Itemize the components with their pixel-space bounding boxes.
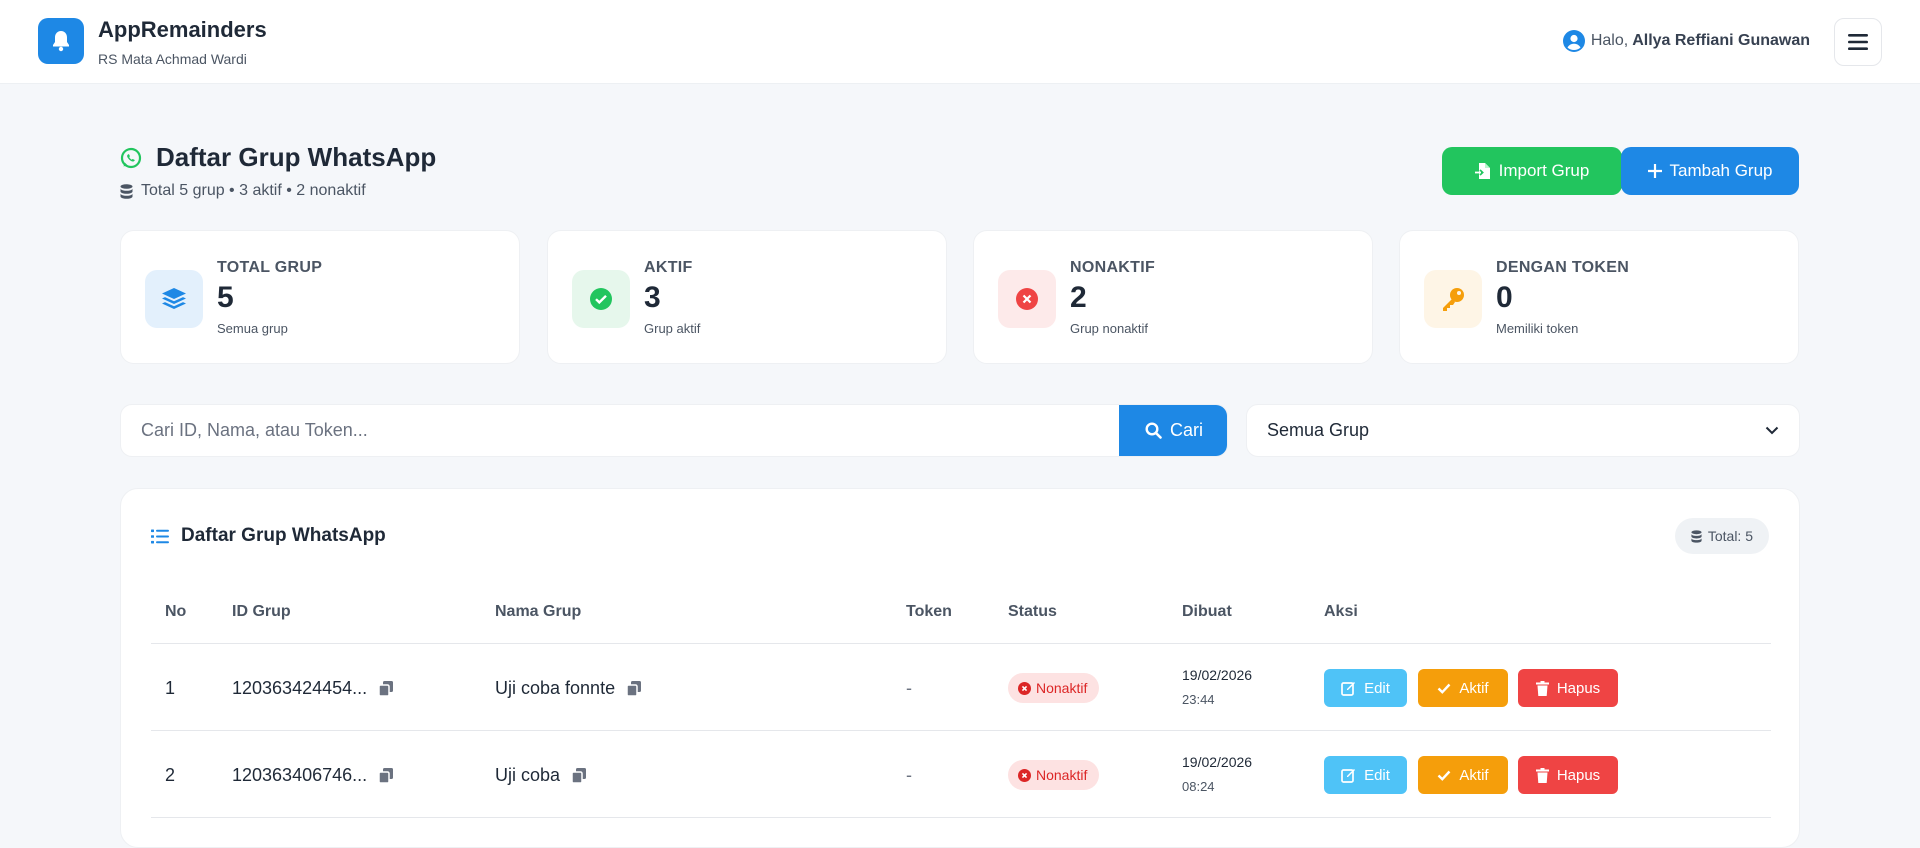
stat-value: 3: [644, 281, 661, 314]
filter-selected-value: Semua Grup: [1267, 420, 1370, 440]
check-circle-icon: [572, 270, 630, 328]
stat-value: 0: [1496, 281, 1513, 314]
import-grup-button[interactable]: Import Grup: [1442, 147, 1622, 195]
row-time: 08:24: [1182, 779, 1215, 794]
navbar: AppRemainders RS Mata Achmad Wardi Halo,…: [0, 0, 1920, 84]
stat-desc: Grup nonaktif: [1070, 321, 1149, 336]
app-subtitle: RS Mata Achmad Wardi: [98, 51, 247, 67]
tambah-grup-button[interactable]: Tambah Grup: [1621, 147, 1799, 195]
row-time: 23:44: [1182, 692, 1215, 707]
search-button[interactable]: Cari: [1119, 405, 1227, 456]
whatsapp-icon: [120, 147, 142, 168]
status-badge: Nonaktif: [1008, 760, 1100, 790]
row-id: 120363424454...: [232, 678, 368, 698]
edit-icon: [1341, 681, 1356, 696]
edit-button[interactable]: Edit: [1324, 669, 1407, 707]
copy-icon[interactable]: [379, 768, 394, 783]
stat-label: AKTIF: [644, 259, 693, 276]
row-id: 120363406746...: [232, 765, 368, 785]
row-name-cell: Uji coba fonnte: [495, 678, 642, 699]
divider: [151, 730, 1771, 731]
group-table-card: Daftar Grup WhatsApp Total: 5 No ID Grup…: [120, 488, 1800, 848]
stat-card-total: TOTAL GRUP 5 Semua grup: [120, 230, 520, 364]
row-date: 19/02/2026: [1182, 667, 1253, 683]
column-header-status: Status: [1008, 603, 1057, 620]
stat-desc: Semua grup: [217, 321, 288, 336]
stat-label: DENGAN TOKEN: [1496, 259, 1630, 276]
x-circle-icon: [998, 270, 1056, 328]
copy-icon[interactable]: [379, 681, 394, 696]
x-circle-icon: [1018, 768, 1031, 782]
stat-card-nonaktif: NONAKTIF 2 Grup nonaktif: [973, 230, 1373, 364]
menu-button[interactable]: [1834, 18, 1882, 66]
row-name: Uji coba fonnte: [495, 678, 616, 698]
database-icon: [120, 183, 133, 199]
divider: [151, 643, 1771, 644]
summary-text: Total 5 grup • 3 aktif • 2 nonaktif: [141, 182, 366, 199]
page-header: Daftar Grup WhatsApp Total 5 grup • 3 ak…: [120, 142, 436, 200]
column-header-aksi: Aksi: [1324, 603, 1358, 620]
page-title: Daftar Grup WhatsApp: [120, 142, 436, 173]
page-title-text: Daftar Grup WhatsApp: [156, 142, 437, 172]
total-badge: Total: 5: [1674, 518, 1769, 554]
column-header-no: No: [165, 603, 187, 620]
aktif-button[interactable]: Aktif: [1418, 669, 1508, 707]
copy-icon[interactable]: [572, 768, 587, 783]
greeting-text: Halo,: [1590, 32, 1629, 49]
x-circle-icon: [1018, 681, 1031, 695]
status-badge: Nonaktif: [1008, 673, 1100, 703]
row-no: 2: [165, 765, 176, 785]
search-icon: [1145, 422, 1162, 439]
plus-icon: [1647, 164, 1662, 178]
aktif-button[interactable]: Aktif: [1418, 756, 1508, 794]
stat-card-token: DENGAN TOKEN 0 Memiliki token: [1399, 230, 1799, 364]
copy-icon[interactable]: [627, 681, 642, 696]
chevron-down-icon: [1765, 426, 1779, 435]
stat-label: NONAKTIF: [1070, 259, 1156, 276]
table-title: Daftar Grup WhatsApp: [151, 525, 386, 547]
search-input[interactable]: [121, 405, 1119, 456]
row-id-cell: 120363424454...: [232, 678, 394, 699]
column-header-dibuat: Dibuat: [1182, 603, 1232, 620]
trash-icon: [1535, 680, 1549, 696]
key-icon: [1424, 270, 1482, 328]
page-summary: Total 5 grup • 3 aktif • 2 nonaktif: [120, 182, 436, 200]
user-circle-icon: [1562, 30, 1585, 52]
row-name-cell: Uji coba: [495, 765, 587, 786]
column-header-id: ID Grup: [232, 603, 291, 620]
layers-icon: [145, 270, 203, 328]
row-token: -: [906, 765, 912, 785]
check-icon: [1438, 683, 1451, 694]
trash-icon: [1535, 767, 1549, 783]
stat-label: TOTAL GRUP: [217, 259, 323, 276]
row-name: Uji coba: [495, 765, 561, 785]
file-import-icon: [1474, 163, 1490, 179]
edit-button[interactable]: Edit: [1324, 756, 1407, 794]
hapus-button[interactable]: Hapus: [1518, 756, 1618, 794]
database-icon: [1691, 529, 1702, 543]
search-bar: Cari: [120, 404, 1228, 457]
column-header-token: Token: [906, 603, 952, 620]
group-filter-select[interactable]: Semua Grup: [1246, 404, 1800, 457]
divider: [151, 817, 1771, 818]
row-no: 1: [165, 678, 176, 698]
stat-card-aktif: AKTIF 3 Grup aktif: [547, 230, 947, 364]
stat-value: 5: [217, 281, 234, 314]
stat-value: 2: [1070, 281, 1087, 314]
stat-desc: Grup aktif: [644, 321, 701, 336]
hamburger-icon: [1848, 34, 1868, 50]
column-header-nama: Nama Grup: [495, 603, 582, 620]
user-name: Allya Reffiani Gunawan: [1632, 32, 1810, 49]
row-token: -: [906, 678, 912, 698]
app-title[interactable]: AppRemainders: [98, 17, 267, 43]
list-icon: [151, 529, 169, 543]
row-date: 19/02/2026: [1182, 754, 1253, 770]
hapus-button[interactable]: Hapus: [1518, 669, 1618, 707]
check-icon: [1438, 770, 1451, 781]
stat-desc: Memiliki token: [1496, 321, 1579, 336]
edit-icon: [1341, 768, 1356, 783]
user-greeting[interactable]: Halo, Allya Reffiani Gunawan: [1562, 30, 1810, 52]
bell-icon[interactable]: [38, 18, 84, 64]
row-id-cell: 120363406746...: [232, 765, 394, 786]
